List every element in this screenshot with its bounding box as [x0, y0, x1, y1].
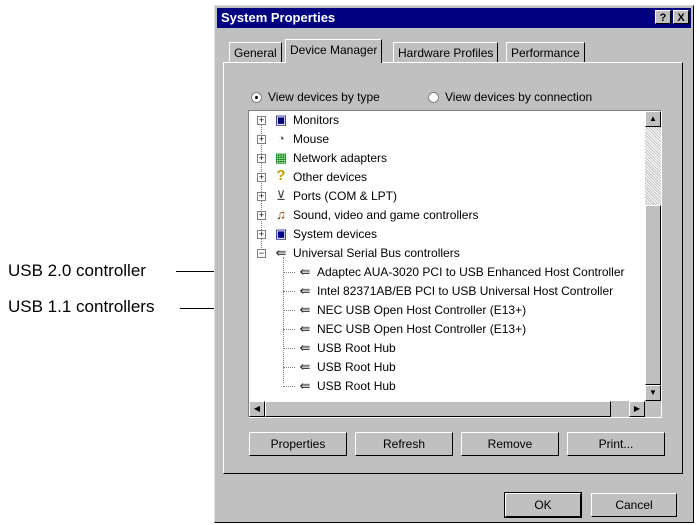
remove-button[interactable]: Remove [461, 432, 559, 456]
usb-icon: ⇚ [299, 321, 311, 336]
question-mark-icon: ? [276, 167, 286, 184]
usb-icon: ⇚ [299, 283, 311, 298]
close-button[interactable]: X [673, 10, 689, 24]
expand-icon[interactable]: + [257, 173, 266, 182]
scroll-up-button[interactable]: ▲ [645, 111, 661, 127]
horizontal-scrollbar[interactable]: ◀ ▶ [249, 401, 645, 417]
vertical-scroll-thumb[interactable] [645, 205, 661, 385]
cancel-button[interactable]: Cancel [591, 493, 677, 517]
scroll-right-button[interactable]: ▶ [629, 401, 645, 417]
mouse-icon: ◔ [277, 131, 285, 146]
horizontal-scroll-thumb[interactable] [265, 401, 611, 417]
tab-general[interactable]: General [229, 42, 282, 63]
tab-device-manager[interactable]: Device Manager [285, 39, 383, 63]
help-button[interactable]: ? [655, 10, 671, 24]
usb-icon: ⇚ [299, 264, 311, 279]
print-button[interactable]: Print... [567, 432, 665, 456]
scrollbar-corner [645, 401, 661, 417]
usb-icon: ⇚ [299, 359, 311, 374]
usb-icon: ⇚ [299, 378, 311, 393]
system-properties-window: System Properties ? X General Device Man… [214, 5, 694, 523]
properties-button[interactable]: Properties [249, 432, 347, 456]
computer-icon: ▣ [274, 226, 288, 241]
device-tree[interactable]: + ▣ Monitors + ◔ Mouse + ▦ Network adapt… [248, 110, 662, 418]
usb-icon: ⇚ [275, 245, 287, 260]
monitor-icon: ▣ [274, 112, 288, 127]
scroll-down-button[interactable]: ▼ [645, 385, 661, 401]
port-icon: ⊻ [276, 188, 286, 203]
expand-icon[interactable]: + [257, 135, 266, 144]
window-title: System Properties [221, 10, 336, 25]
usb-icon: ⇚ [299, 302, 311, 317]
expand-icon[interactable]: + [257, 116, 266, 125]
view-by-connection-radio[interactable]: View devices by connection [428, 90, 592, 104]
sound-icon: ♫ [276, 207, 286, 222]
refresh-button[interactable]: Refresh [355, 432, 453, 456]
network-adapter-icon: ▦ [274, 150, 288, 165]
expand-icon[interactable]: + [257, 230, 266, 239]
title-bar[interactable]: System Properties ? X [217, 8, 691, 28]
collapse-icon[interactable]: − [257, 249, 266, 258]
view-by-type-radio[interactable]: View devices by type [251, 90, 380, 104]
usb11-callout-label: USB 1.1 controllers [8, 297, 155, 316]
usb20-callout-label: USB 2.0 controller [8, 261, 146, 280]
view-by-type-label: View devices by type [268, 90, 380, 104]
radio-unselected-indicator [428, 92, 439, 103]
scroll-left-button[interactable]: ◀ [249, 401, 265, 417]
usb-icon: ⇚ [299, 340, 311, 355]
ok-button[interactable]: OK [504, 492, 582, 518]
expand-icon[interactable]: + [257, 192, 266, 201]
tab-hardware-profiles[interactable]: Hardware Profiles [393, 42, 499, 63]
expand-icon[interactable]: + [257, 211, 266, 220]
vertical-scrollbar[interactable]: ▲ ▼ [645, 111, 661, 401]
expand-icon[interactable]: + [257, 154, 266, 163]
radio-selected-indicator [251, 92, 262, 103]
view-by-connection-label: View devices by connection [445, 90, 593, 104]
tab-performance[interactable]: Performance [506, 42, 585, 63]
